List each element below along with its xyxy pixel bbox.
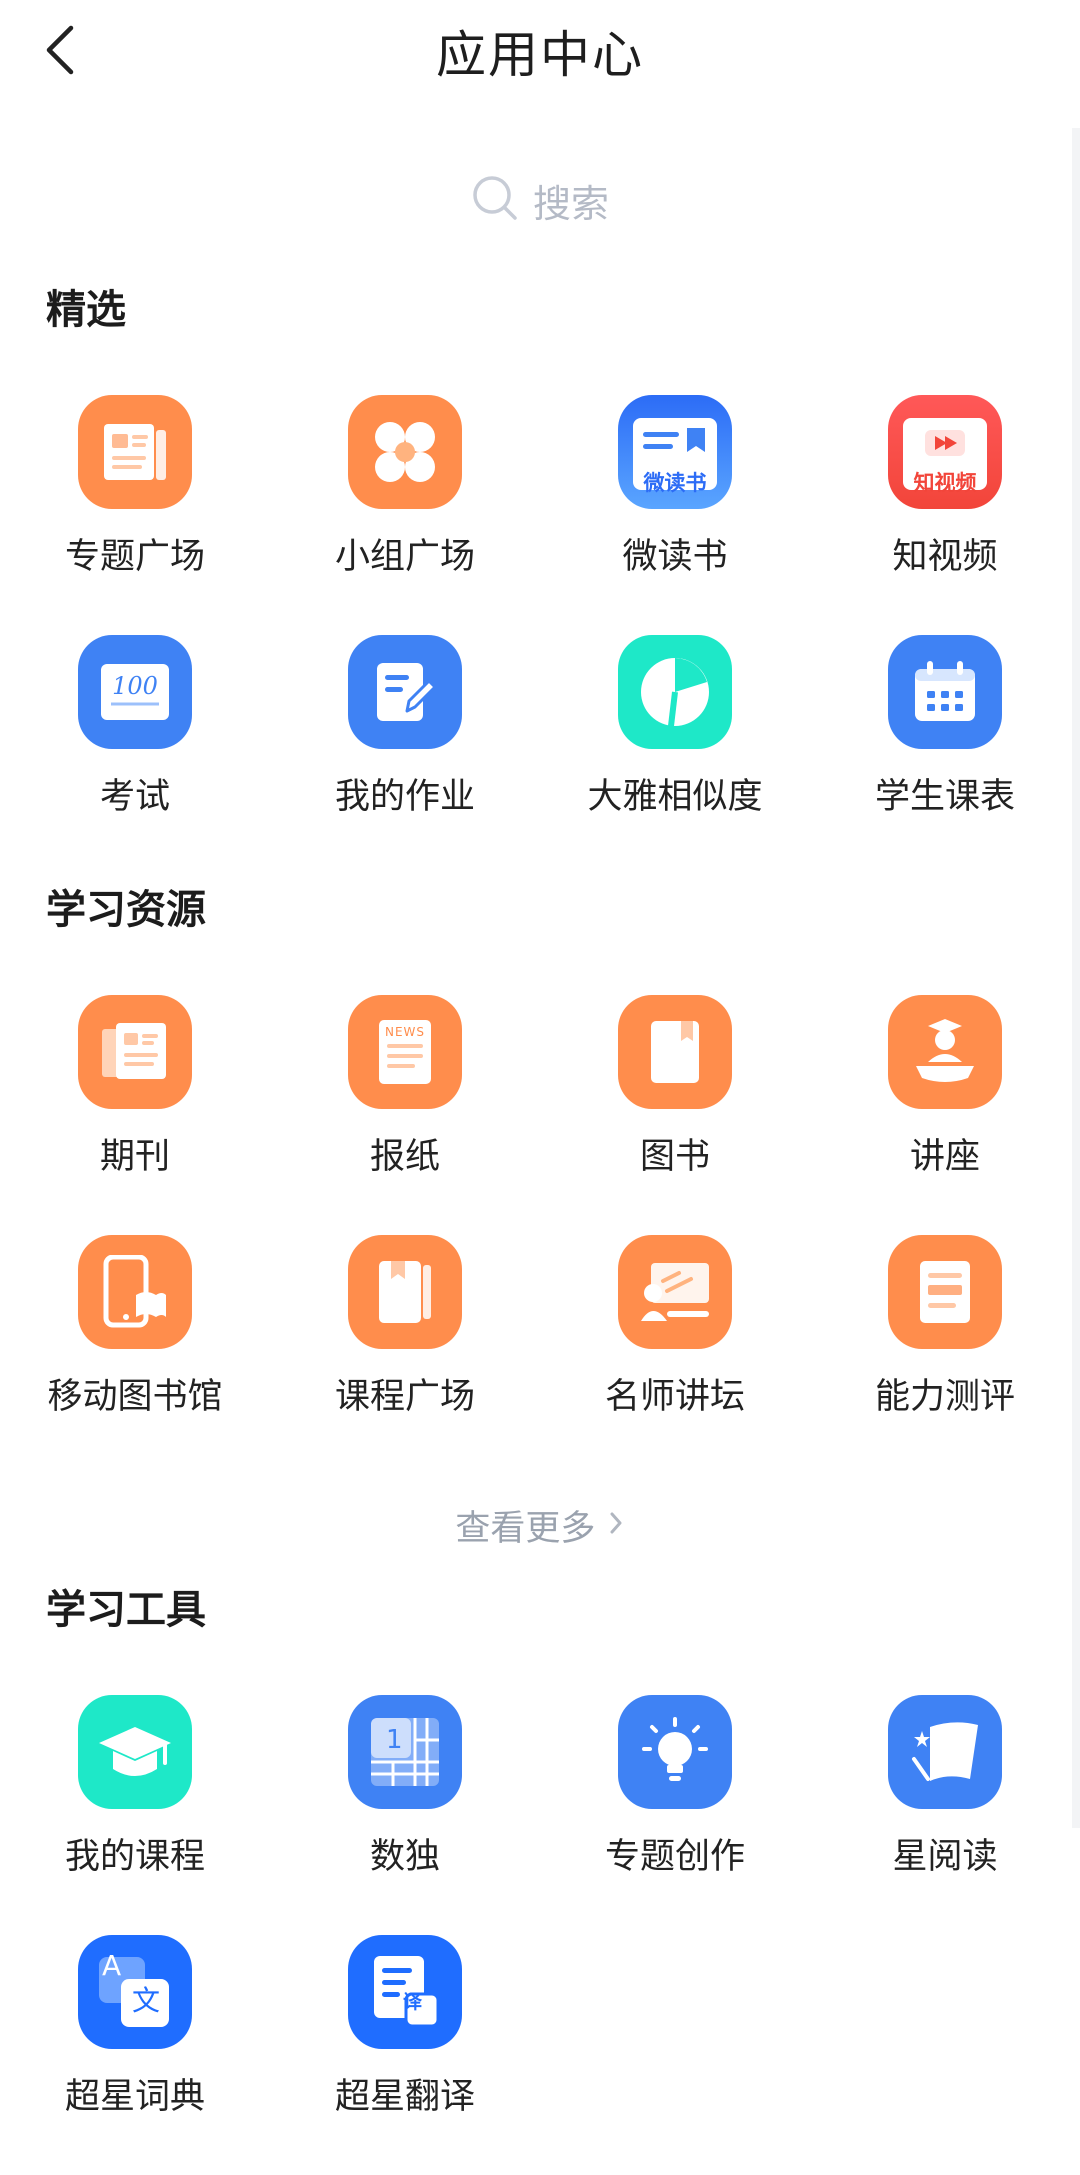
calendar-icon: [888, 635, 1002, 749]
app-label: 超星翻译: [334, 2077, 475, 2117]
section-title-tools: 学习工具: [46, 1587, 206, 1633]
book-bookmark-icon: 微读书: [618, 395, 732, 509]
score-100-icon: 100: [78, 635, 192, 749]
app-label: 大雅相似度: [587, 777, 763, 817]
app-topic-creation[interactable]: 专题创作: [540, 1695, 810, 1935]
app-label: 我的课程: [64, 1837, 205, 1877]
icon-caption: 知视频: [913, 471, 977, 495]
icon-caption: NEWS: [384, 1025, 426, 1039]
search-placeholder: 搜索: [532, 181, 609, 226]
app-label: 图书: [639, 1137, 710, 1177]
app-my-courses[interactable]: 我的课程: [0, 1695, 270, 1935]
app-label: 期刊: [99, 1137, 170, 1177]
app-label: 专题创作: [604, 1837, 745, 1877]
app-my-homework[interactable]: 我的作业: [270, 635, 540, 875]
page-title: 应用中心: [436, 26, 644, 84]
app-label: 课程广场: [334, 1377, 475, 1417]
newspaper-icon: [78, 395, 192, 509]
chevron-right-icon: [607, 1506, 625, 1546]
app-knowledge-video[interactable]: 知视频 知视频: [810, 395, 1080, 635]
icon-caption: 微读书: [643, 471, 707, 495]
app-label: 讲座: [909, 1137, 980, 1177]
app-famous-teacher-forum[interactable]: 名师讲坛: [540, 1235, 810, 1475]
assessment-icon: [888, 1235, 1002, 1349]
app-topic-plaza[interactable]: 专题广场: [0, 395, 270, 635]
app-student-schedule[interactable]: 学生课表: [810, 635, 1080, 875]
app-lectures[interactable]: 讲座: [810, 995, 1080, 1235]
app-course-plaza[interactable]: 课程广场: [270, 1235, 540, 1475]
edit-note-icon: [348, 635, 462, 749]
app-label: 超星词典: [64, 2077, 205, 2117]
app-newspapers[interactable]: NEWS 报纸: [270, 995, 540, 1235]
app-label: 知视频: [892, 537, 998, 577]
video-play-icon: 知视频: [888, 395, 1002, 509]
blackboard-icon: [618, 1235, 732, 1349]
mobile-library-icon: [78, 1235, 192, 1349]
journal-icon: [78, 995, 192, 1109]
resources-grid: 期刊 NEWS 报纸 图书 讲座 移动图书馆 课程广场 名师讲坛 能力测评: [0, 995, 1080, 1475]
app-journals[interactable]: 期刊: [0, 995, 270, 1235]
app-label: 名师讲坛: [604, 1377, 745, 1417]
star-reading-icon: [888, 1695, 1002, 1809]
icon-caption: 1: [386, 1725, 403, 1755]
news-icon: NEWS: [348, 995, 462, 1109]
icon-caption: 译: [403, 1991, 423, 2013]
app-label: 我的作业: [334, 777, 475, 817]
app-mobile-library[interactable]: 移动图书馆: [0, 1235, 270, 1475]
app-sudoku[interactable]: 1 数独: [270, 1695, 540, 1935]
app-label: 学生课表: [874, 777, 1015, 817]
app-label: 报纸: [369, 1137, 440, 1177]
app-chaoxing-dictionary[interactable]: A 文 超星词典: [0, 1935, 270, 2175]
search-icon: [471, 174, 519, 226]
app-label: 专题广场: [64, 537, 205, 577]
app-books[interactable]: 图书: [540, 995, 810, 1235]
pie-chart-icon: [618, 635, 732, 749]
app-label: 小组广场: [334, 537, 475, 577]
lecturer-icon: [888, 995, 1002, 1109]
featured-grid: 专题广场 小组广场 微读书 微读书 知视频 知视频 100 考试 我的作业 大雅…: [0, 395, 1080, 875]
graduation-cap-icon: [78, 1695, 192, 1809]
sudoku-grid-icon: 1: [348, 1695, 462, 1809]
app-micro-reading[interactable]: 微读书 微读书: [540, 395, 810, 635]
app-label: 星阅读: [892, 1837, 998, 1877]
search-bar[interactable]: 搜索: [0, 168, 1080, 232]
app-star-reading[interactable]: 星阅读: [810, 1695, 1080, 1935]
icon-caption-b: 文: [132, 1984, 161, 2017]
section-title-featured: 精选: [46, 287, 126, 333]
icon-caption: 100: [112, 672, 158, 700]
view-more-label: 查看更多: [455, 1509, 596, 1549]
app-label: 微读书: [622, 537, 728, 577]
course-book-icon: [348, 1235, 462, 1349]
app-ability-assessment[interactable]: 能力测评: [810, 1235, 1080, 1475]
view-more-link[interactable]: 查看更多: [0, 1500, 1080, 1551]
app-exam[interactable]: 100 考试: [0, 635, 270, 875]
icon-caption-a: A: [102, 1949, 122, 1982]
app-label: 考试: [99, 777, 170, 817]
scrollbar-track: [1072, 128, 1080, 1828]
app-label: 数独: [369, 1837, 440, 1877]
dictionary-icon: A 文: [78, 1935, 192, 2049]
tools-grid: 我的课程 1 数独 专题创作 星阅读 A 文 超星词典 译 超星翻译: [0, 1695, 1080, 2175]
book-icon: [618, 995, 732, 1109]
lightbulb-icon: [618, 1695, 732, 1809]
app-label: 移动图书馆: [47, 1377, 223, 1417]
translate-icon: 译: [348, 1935, 462, 2049]
app-label: 能力测评: [874, 1377, 1015, 1417]
app-chaoxing-translate[interactable]: 译 超星翻译: [270, 1935, 540, 2175]
section-title-resources: 学习资源: [46, 887, 206, 933]
four-circles-icon: [348, 395, 462, 509]
app-header: 应用中心: [0, 0, 1080, 110]
app-daya-similarity[interactable]: 大雅相似度: [540, 635, 810, 875]
app-group-plaza[interactable]: 小组广场: [270, 395, 540, 635]
